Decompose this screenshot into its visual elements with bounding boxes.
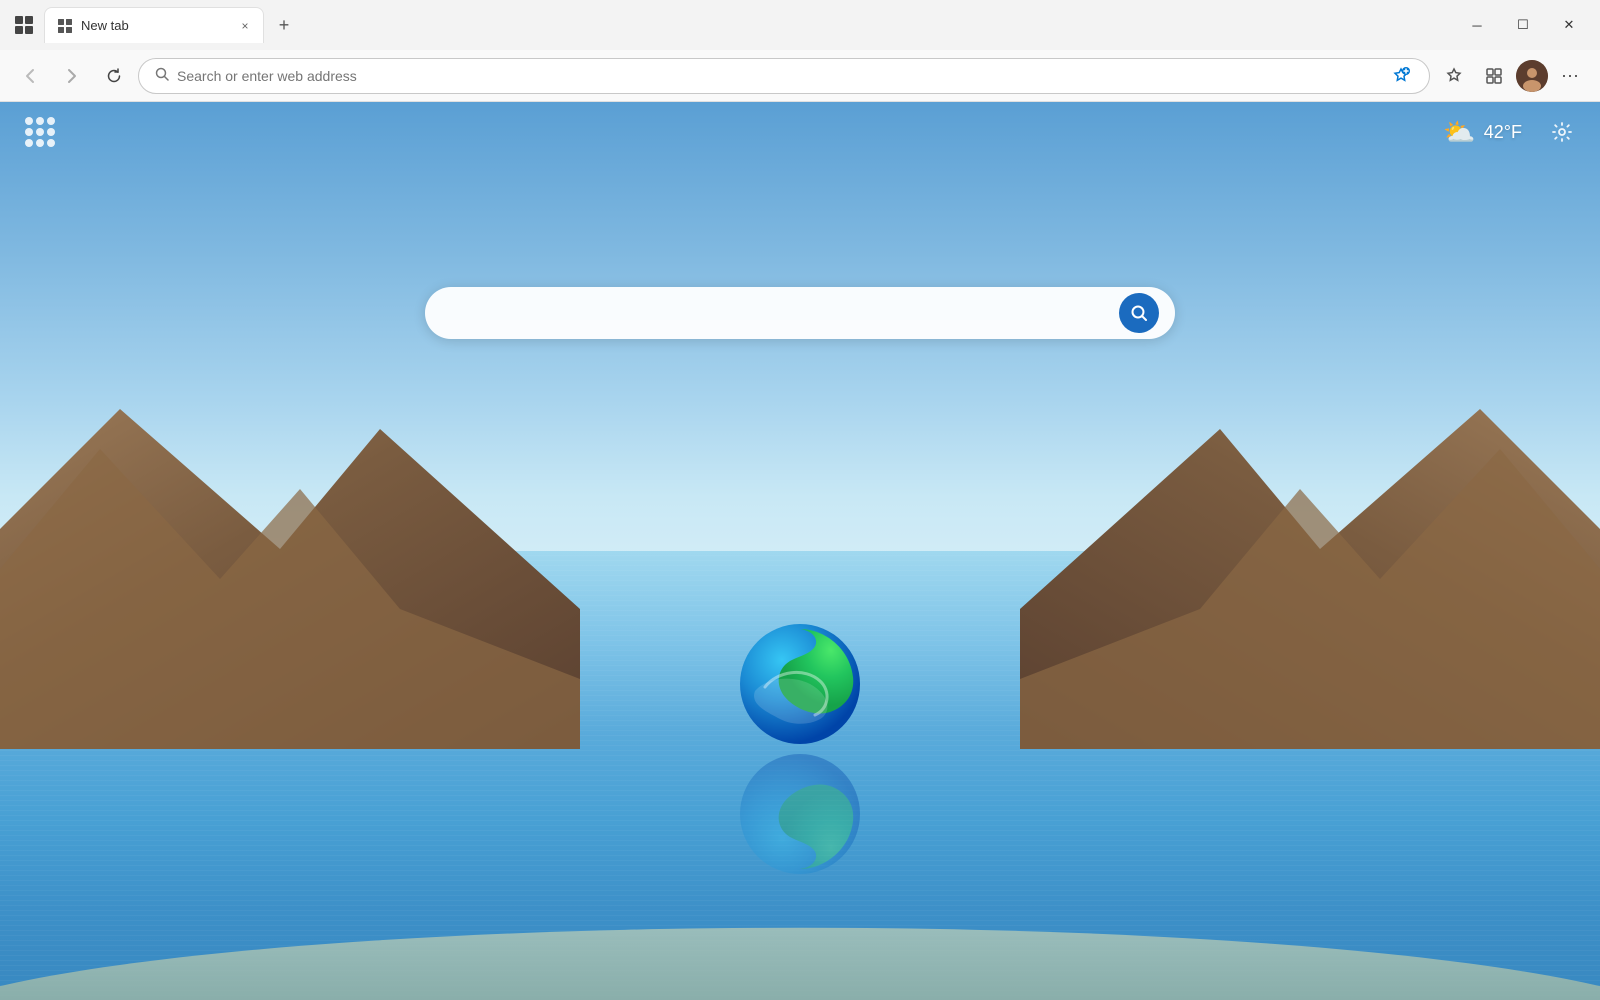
forward-button[interactable] [54, 58, 90, 94]
main-content: ⛅ 42°F [0, 102, 1600, 1000]
add-to-favorites-button[interactable] [1385, 60, 1417, 92]
reload-button[interactable] [96, 58, 132, 94]
address-input[interactable] [177, 68, 1377, 84]
nav-bar: ··· [0, 50, 1600, 102]
center-search [425, 287, 1175, 339]
tab-bar: New tab × + [44, 7, 1454, 43]
dot-1 [25, 117, 33, 125]
apps-grid-button[interactable] [20, 112, 60, 152]
dot-9 [47, 139, 55, 147]
edge-logo-container [735, 619, 865, 749]
weather-settings-area: ⛅ 42°F [1433, 111, 1580, 154]
dot-2 [36, 117, 44, 125]
dot-6 [47, 128, 55, 136]
page-toolbar: ⛅ 42°F [0, 102, 1600, 162]
mountain-right [1020, 329, 1600, 749]
collections-button[interactable] [1476, 58, 1512, 94]
tab-favicon-icon [57, 18, 73, 34]
edge-logo [735, 619, 865, 749]
minimize-button[interactable]: ─ [1454, 9, 1500, 41]
address-bar[interactable] [138, 58, 1430, 94]
window-icon [8, 9, 40, 41]
center-search-button[interactable] [1119, 293, 1159, 333]
favorites-button[interactable] [1436, 58, 1472, 94]
dot-3 [47, 117, 55, 125]
dot-5 [36, 128, 44, 136]
new-tab-button[interactable]: + [268, 9, 300, 41]
tab-close-button[interactable]: × [235, 16, 255, 36]
back-button[interactable] [12, 58, 48, 94]
mountain-left [0, 329, 580, 749]
tab-title: New tab [81, 18, 227, 33]
weather-icon: ⛅ [1443, 117, 1475, 148]
weather-temp: 42°F [1484, 122, 1522, 143]
profile-avatar[interactable] [1516, 60, 1548, 92]
more-options-button[interactable]: ··· [1552, 58, 1588, 94]
dot-4 [25, 128, 33, 136]
center-search-bar[interactable] [425, 287, 1175, 339]
center-search-input[interactable] [445, 304, 1109, 322]
grid-dots [25, 117, 55, 147]
close-button[interactable]: ✕ [1546, 9, 1592, 41]
dot-7 [25, 139, 33, 147]
tab-new[interactable]: New tab × [44, 7, 264, 43]
page-settings-button[interactable] [1544, 114, 1580, 150]
weather-widget[interactable]: ⛅ 42°F [1433, 111, 1532, 154]
dot-8 [36, 139, 44, 147]
maximize-button[interactable]: ☐ [1500, 9, 1546, 41]
edge-logo-reflection [735, 749, 865, 879]
nav-right-buttons: ··· [1436, 58, 1588, 94]
address-search-icon [155, 67, 169, 84]
title-bar: New tab × + ─ ☐ ✕ [0, 0, 1600, 50]
window-controls: ─ ☐ ✕ [1454, 9, 1592, 41]
